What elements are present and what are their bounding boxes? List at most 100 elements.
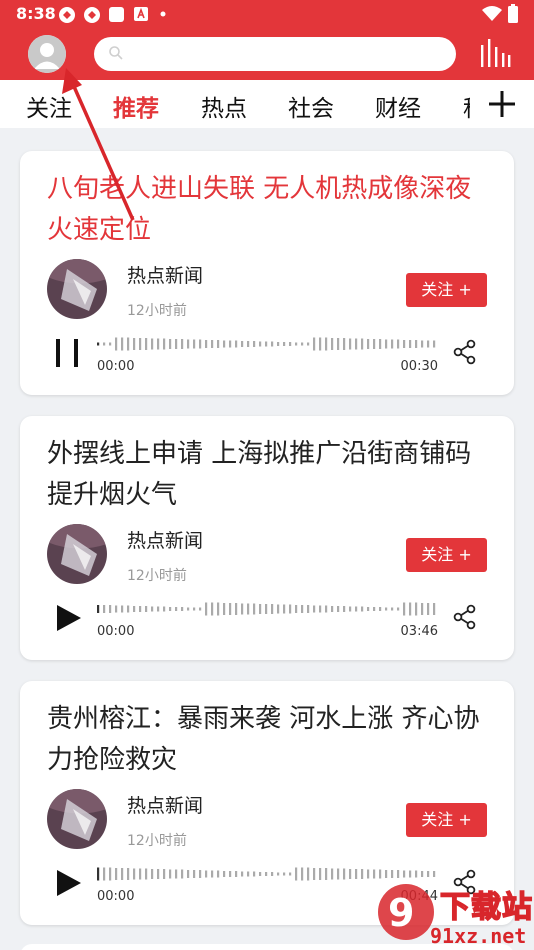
- tab-follow[interactable]: 关注: [26, 89, 72, 123]
- waveform-bar: [271, 604, 274, 614]
- waveform-bar: [259, 604, 262, 614]
- publish-time: 12小时前: [127, 568, 187, 584]
- waveform-bar: [223, 603, 226, 615]
- waveform-bar: [337, 868, 340, 880]
- waveform-bar: [319, 868, 322, 880]
- waveform-bar: [295, 867, 298, 881]
- waveform-bar: [319, 605, 322, 613]
- news-title[interactable]: 外摆线上申请 上海拟推广沿街商铺码提升烟火气: [47, 434, 487, 516]
- waveform-bar: [397, 607, 400, 611]
- waveform-bar: [289, 604, 292, 614]
- waveform-bar: [355, 338, 358, 350]
- waveform-bar: [121, 605, 124, 613]
- waveform-bar: [355, 869, 358, 879]
- waveform-bar: [247, 603, 250, 615]
- waveform-bar: [277, 342, 280, 346]
- waveform-bar: [157, 606, 160, 612]
- follow-button[interactable]: 关注 +: [406, 538, 487, 572]
- waveform-bar: [217, 340, 220, 348]
- waveform-bar: [349, 338, 352, 350]
- waveform-bar: [283, 872, 286, 876]
- waveform-bar: [175, 869, 178, 879]
- waveform-bar: [319, 337, 322, 351]
- waveform-bar: [145, 868, 148, 880]
- battery-icon: [508, 4, 518, 23]
- waveform-bar: [181, 869, 184, 879]
- share-icon[interactable]: [453, 604, 477, 630]
- waveform-bar: [127, 605, 130, 613]
- waveform-bar: [181, 339, 184, 349]
- waveform-bar: [421, 603, 424, 615]
- waveform-icon[interactable]: [97, 337, 439, 351]
- follow-button[interactable]: 关注 +: [406, 803, 487, 837]
- waveform-bar: [253, 341, 256, 347]
- tab-finance[interactable]: 财经: [375, 89, 421, 123]
- user-avatar-button[interactable]: [28, 35, 66, 73]
- share-icon[interactable]: [453, 339, 477, 365]
- waveform-bar: [121, 337, 124, 351]
- waveform-bar: [169, 339, 172, 349]
- waveform-bar: [187, 339, 190, 349]
- waveform-bar: [223, 871, 226, 877]
- waveform-bar: [361, 606, 364, 612]
- waveform-bar: [421, 340, 424, 348]
- source-name[interactable]: 热点新闻: [127, 261, 203, 288]
- waveform-bar: [103, 867, 106, 881]
- tab-recommend[interactable]: 推荐: [113, 89, 159, 123]
- waveform-bar: [295, 342, 298, 346]
- source-name[interactable]: 热点新闻: [127, 791, 203, 818]
- news-card[interactable]: 八旬老人进山失联 无人机热成像深夜火速定位 热点新闻 12小时前 关注 + 00…: [20, 151, 514, 395]
- waveform-bar: [157, 869, 160, 879]
- waveform-bar: [163, 606, 166, 612]
- waveform-bar: [199, 339, 202, 349]
- waveform-bar: [145, 606, 148, 612]
- waveform-bar: [211, 870, 214, 878]
- search-bar[interactable]: [94, 37, 456, 71]
- avatar-icon: [28, 35, 66, 73]
- tab-society[interactable]: 社会: [288, 89, 334, 123]
- waveform-bar: [385, 339, 388, 349]
- waveform-bar: [397, 339, 400, 349]
- waveform-bar: [301, 867, 304, 881]
- waveform-bar: [187, 607, 190, 611]
- waveform-icon[interactable]: [97, 602, 439, 616]
- app-notification-icon: [59, 7, 75, 23]
- pause-icon[interactable]: [50, 335, 86, 371]
- follow-button[interactable]: 关注 +: [406, 273, 487, 307]
- waveform-bar: [289, 342, 292, 346]
- source-avatar-image: [47, 789, 107, 849]
- waveform-bar: [247, 341, 250, 347]
- news-card[interactable]: 外摆线上申请 上海拟推广沿街商铺码提升烟火气 热点新闻 12小时前 关注 + 0…: [20, 416, 514, 660]
- waveform-bar: [271, 341, 274, 347]
- search-input[interactable]: [130, 37, 440, 71]
- elapsed-time: 00:00: [97, 359, 135, 374]
- waveform-bar: [139, 606, 142, 612]
- waveform-bar: [199, 607, 202, 611]
- waveform-bar: [103, 342, 106, 346]
- play-icon[interactable]: [50, 600, 86, 636]
- waveform-bar: [217, 602, 220, 616]
- play-icon[interactable]: [50, 865, 86, 901]
- waveform-bar: [127, 868, 130, 880]
- waveform-bar: [133, 338, 136, 350]
- audio-bars-icon[interactable]: [478, 37, 512, 71]
- waveform-bar: [193, 607, 196, 611]
- waveform-bar: [331, 606, 334, 612]
- waveform-bar: [343, 606, 346, 612]
- waveform-bar: [415, 340, 418, 348]
- waveform-bar: [343, 868, 346, 880]
- source-name[interactable]: 热点新闻: [127, 526, 203, 553]
- waveform-bar: [133, 606, 136, 612]
- source-avatar-image: [47, 259, 107, 319]
- news-title[interactable]: 贵州榕江：暴雨来袭 河水上涨 齐心协力抢险救灾: [47, 699, 487, 781]
- waveform-bar: [139, 338, 142, 350]
- news-title[interactable]: 八旬老人进山失联 无人机热成像深夜火速定位: [47, 169, 487, 251]
- waveform-bar: [307, 867, 310, 881]
- plus-icon[interactable]: [488, 90, 516, 118]
- duration: 03:46: [400, 624, 438, 639]
- waveform-bar: [313, 868, 316, 880]
- publish-time: 12小时前: [127, 833, 187, 849]
- tab-hot[interactable]: 热点: [201, 89, 247, 123]
- waveform-bar: [271, 872, 274, 876]
- waveform-bar: [259, 872, 262, 876]
